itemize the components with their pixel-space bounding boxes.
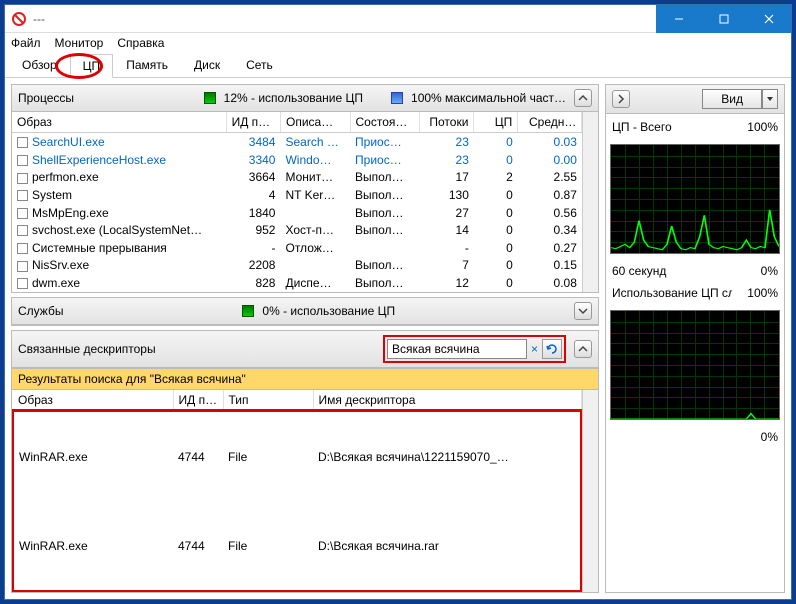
tab-network[interactable]: Сеть bbox=[233, 53, 286, 77]
graph2-br: 0% bbox=[761, 430, 778, 444]
handles-title: Связанные дескрипторы bbox=[18, 342, 156, 356]
services-title: Службы bbox=[18, 304, 63, 318]
table-row[interactable]: NisSrv.exe2208Выпол…700.15 bbox=[12, 257, 582, 275]
graph2-pct: 100% bbox=[747, 286, 778, 300]
table-row[interactable]: ShellExperienceHost.exe3340Windo…Приос…2… bbox=[12, 151, 582, 169]
col-desc[interactable]: Описа… bbox=[280, 112, 350, 133]
services-cpu-label: 0% - использование ЦП bbox=[262, 304, 395, 318]
graph2-title: Использование ЦП сл… bbox=[612, 286, 732, 300]
hcol-name[interactable]: Имя дескриптора bbox=[313, 390, 581, 411]
tab-disk[interactable]: Диск bbox=[181, 53, 233, 77]
processes-scrollbar[interactable] bbox=[582, 112, 598, 292]
cpu-usage-icon bbox=[204, 92, 216, 104]
table-row[interactable]: System4NT Ker…Выпол…13000.87 bbox=[12, 186, 582, 204]
chevron-down-icon bbox=[578, 306, 588, 316]
table-row[interactable]: Системные прерывания-Отлож…-00.27 bbox=[12, 239, 582, 257]
max-freq-label: 100% максимальной част… bbox=[411, 91, 566, 105]
tab-cpu[interactable]: ЦП bbox=[70, 54, 114, 78]
col-pid[interactable]: ИД п… bbox=[226, 112, 280, 133]
collapse-button[interactable] bbox=[574, 89, 592, 107]
window-title: --- bbox=[33, 12, 656, 26]
hcol-type[interactable]: Тип bbox=[223, 390, 313, 411]
handles-table[interactable]: Образ ИД п… Тип Имя дескриптора WinRAR.e… bbox=[12, 390, 582, 592]
graph1-br: 0% bbox=[761, 264, 778, 278]
menu-file[interactable]: Файл bbox=[11, 36, 41, 50]
services-cpu-icon bbox=[242, 305, 254, 317]
dropdown-icon bbox=[766, 95, 774, 103]
refresh-icon bbox=[546, 343, 558, 355]
menu-monitor[interactable]: Монитор bbox=[55, 36, 104, 50]
processes-title: Процессы bbox=[18, 91, 74, 105]
processes-table[interactable]: Образ ИД п… Описа… Состоя… Потоки ЦП Сре… bbox=[12, 112, 582, 292]
menubar: Файл Монитор Справка bbox=[5, 33, 791, 53]
max-freq-icon bbox=[391, 92, 403, 104]
col-avg[interactable]: Средн… bbox=[518, 112, 582, 133]
chevron-up-icon bbox=[578, 93, 588, 103]
handles-search-input[interactable] bbox=[387, 339, 527, 359]
minimize-button[interactable] bbox=[656, 5, 701, 33]
col-cpu[interactable]: ЦП bbox=[474, 112, 518, 133]
maximize-button[interactable] bbox=[701, 5, 746, 33]
cpu-total-graph bbox=[610, 144, 780, 254]
table-row[interactable]: svchost.exe (LocalSystemNet…952Хост-п…Вы… bbox=[12, 221, 582, 239]
table-row[interactable]: MsMpEng.exe1840Выпол…2700.56 bbox=[12, 204, 582, 222]
menu-help[interactable]: Справка bbox=[117, 36, 164, 50]
hcol-pid[interactable]: ИД п… bbox=[173, 390, 223, 411]
view-button[interactable]: Вид bbox=[702, 89, 762, 109]
graph1-bl: 60 секунд bbox=[612, 264, 666, 278]
close-button[interactable] bbox=[746, 5, 791, 33]
hcol-image[interactable]: Образ bbox=[13, 390, 173, 411]
collapse-handles-button[interactable] bbox=[574, 340, 592, 358]
graph1-title: ЦП - Всего bbox=[612, 120, 672, 134]
expand-services-button[interactable] bbox=[574, 302, 592, 320]
handles-panel: Связанные дескрипторы × Результаты поиск… bbox=[11, 330, 599, 593]
graph1-pct: 100% bbox=[747, 120, 778, 134]
search-button[interactable] bbox=[542, 339, 562, 359]
app-icon bbox=[11, 11, 27, 27]
table-row[interactable]: SearchUI.exe3484Search …Приос…2300.03 bbox=[12, 133, 582, 151]
graphs-panel: Вид ЦП - Всего 100% 60 секунд 0% Использ bbox=[605, 84, 785, 593]
table-row[interactable]: dwm.exe828Диспе…Выпол…1200.08 bbox=[12, 274, 582, 292]
chevron-right-icon bbox=[616, 94, 626, 104]
clear-search-icon[interactable]: × bbox=[531, 342, 538, 356]
cpu-services-graph bbox=[610, 310, 780, 420]
tabbar: Обзор ЦП Память Диск Сеть bbox=[5, 53, 791, 78]
chevron-up-icon bbox=[578, 344, 588, 354]
titlebar: --- bbox=[5, 5, 791, 33]
collapse-graphs-button[interactable] bbox=[612, 90, 630, 108]
tab-memory[interactable]: Память bbox=[113, 53, 181, 77]
view-dropdown-button[interactable] bbox=[762, 89, 778, 109]
col-state[interactable]: Состоя… bbox=[350, 112, 419, 133]
table-row[interactable]: WinRAR.exe4744FileD:\Всякая всячина\1221… bbox=[13, 411, 581, 501]
processes-panel: Процессы 12% - использование ЦП 100% мак… bbox=[11, 84, 599, 293]
services-panel: Службы 0% - использование ЦП bbox=[11, 297, 599, 326]
tab-overview[interactable]: Обзор bbox=[9, 53, 70, 77]
handles-scrollbar[interactable] bbox=[582, 390, 598, 592]
results-header: Результаты поиска для "Всякая всячина" bbox=[12, 368, 598, 390]
col-image[interactable]: Образ bbox=[12, 112, 226, 133]
cpu-usage-label: 12% - использование ЦП bbox=[224, 91, 363, 105]
table-row[interactable]: perfmon.exe3664Монит…Выпол…1722.55 bbox=[12, 168, 582, 186]
table-row[interactable]: WinRAR.exe4744FileD:\Всякая всячина.rar bbox=[13, 501, 581, 591]
col-threads[interactable]: Потоки bbox=[419, 112, 474, 133]
resmon-window: --- Файл Монитор Справка Обзор ЦП Память… bbox=[4, 4, 792, 600]
